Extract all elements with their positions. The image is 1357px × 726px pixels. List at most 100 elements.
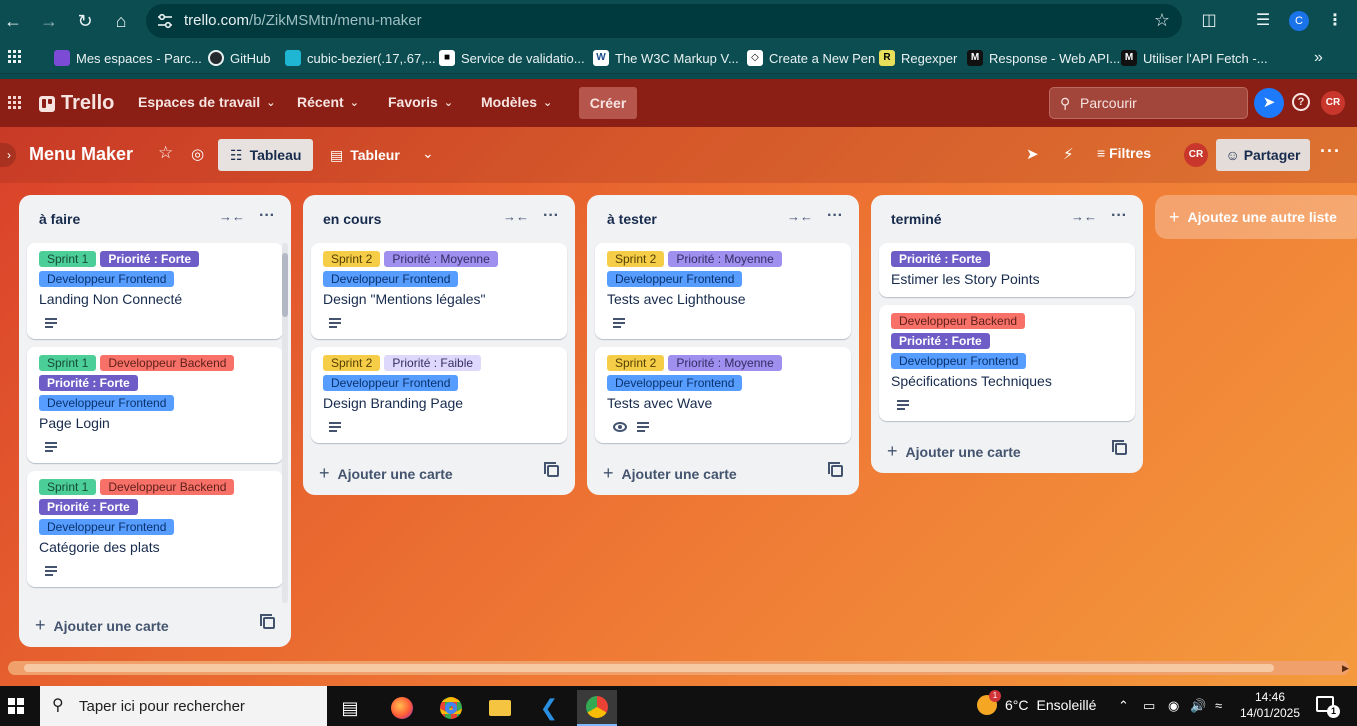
collapse-list-icon[interactable]: →← (219, 209, 245, 224)
apps-grid-icon[interactable] (8, 50, 22, 64)
member-avatar[interactable]: CR (1184, 143, 1208, 167)
bookmark-star-icon[interactable]: ☆ (1154, 10, 1170, 31)
card-label[interactable]: Sprint 2 (323, 355, 381, 371)
bookmark-item[interactable]: Mes espaces - Parc... (54, 48, 202, 68)
bookmark-item[interactable]: W The W3C Markup V... (593, 48, 739, 68)
collapse-list-icon[interactable]: →← (787, 209, 813, 224)
card-label[interactable]: Developpeur Frontend (39, 395, 175, 411)
address-bar[interactable]: trello.com/b/ZikMSMtn/menu-maker ☆ (146, 4, 1182, 38)
list-scrollbar[interactable] (282, 243, 288, 603)
board-menu-icon[interactable]: ··· (1320, 141, 1341, 162)
card[interactable]: Sprint 1 Developpeur Backend Priorité : Fo… (27, 347, 283, 463)
card-label[interactable]: Sprint 2 (323, 251, 381, 267)
card-label[interactable]: Priorité : Forte (39, 499, 138, 515)
share-button[interactable]: ☺ Partager (1216, 139, 1310, 171)
card-template-icon[interactable] (1112, 440, 1127, 455)
list-menu-icon[interactable]: ··· (1111, 207, 1127, 225)
site-settings-icon[interactable] (156, 12, 174, 30)
chrome-icon[interactable] (431, 690, 471, 726)
menu-favorites[interactable]: Favoris ⌄ (388, 94, 453, 110)
automation-icon[interactable]: ⚡ (1063, 145, 1074, 163)
firefox-icon[interactable] (382, 690, 422, 726)
windows-start-icon[interactable] (8, 698, 24, 714)
card-label[interactable]: Developpeur Frontend (323, 271, 459, 287)
bookmark-item[interactable]: GitHub (208, 48, 270, 68)
card[interactable]: Priorité : Forte Estimer les Story Points (879, 243, 1135, 297)
bookmark-item[interactable]: cubic-bezier(.17,.67,... (285, 48, 436, 68)
file-explorer-icon[interactable] (480, 690, 520, 726)
notification-center-icon[interactable]: 1 (1316, 696, 1340, 718)
bookmark-item[interactable]: M Response - Web API... (967, 48, 1120, 68)
power-ups-icon[interactable]: ➤ (1026, 145, 1039, 163)
tray-chevron-up-icon[interactable]: ⌃ (1118, 698, 1129, 714)
list-title[interactable]: à faire (39, 211, 80, 227)
card-label[interactable]: Developpeur Frontend (607, 271, 743, 287)
media-icon[interactable]: ☰ (1252, 10, 1274, 32)
card-label[interactable]: Priorité : Forte (100, 251, 200, 267)
chrome-active-icon[interactable] (577, 690, 617, 726)
home-icon[interactable]: ⌂ (108, 8, 134, 34)
user-avatar[interactable]: CR (1321, 91, 1345, 115)
card-label[interactable]: Developpeur Frontend (39, 519, 175, 535)
back-icon[interactable]: ← (0, 8, 26, 34)
add-card-button[interactable]: + Ajouter une carte (319, 463, 453, 484)
star-icon[interactable]: ☆ (158, 143, 173, 163)
collapse-list-icon[interactable]: →← (503, 209, 529, 224)
card-label[interactable]: Developpeur Backend (100, 355, 235, 371)
reload-icon[interactable]: ↻ (72, 8, 98, 34)
card-label[interactable]: Priorité : Forte (891, 333, 990, 349)
app-switcher-icon[interactable] (8, 96, 22, 110)
card-label[interactable]: Developpeur Frontend (607, 375, 743, 391)
forward-icon[interactable]: → (36, 8, 62, 34)
collapse-list-icon[interactable]: →← (1071, 209, 1097, 224)
sidebar-toggle-icon[interactable]: › (0, 143, 16, 167)
vscode-icon[interactable]: ❮ (529, 690, 569, 726)
browser-profile-avatar[interactable]: C (1289, 11, 1309, 31)
card-label[interactable]: Developpeur Frontend (891, 353, 1027, 369)
card-label[interactable]: Sprint 1 (39, 479, 97, 495)
weather-widget[interactable]: 1 6°C Ensoleillé (977, 690, 1096, 715)
card-label[interactable]: Priorité : Moyenne (384, 251, 498, 267)
card-label[interactable]: Priorité : Moyenne (668, 355, 782, 371)
menu-workspaces[interactable]: Espaces de travail ⌄ (138, 94, 275, 110)
card-label[interactable]: Developpeur Frontend (39, 271, 175, 287)
card[interactable]: Sprint 1 Priorité : Forte Developpeur Fron… (27, 243, 283, 339)
list-menu-icon[interactable]: ··· (543, 207, 559, 225)
task-view-icon[interactable]: ▤ (330, 690, 370, 726)
card-label[interactable]: Sprint 1 (39, 355, 97, 371)
board-search[interactable]: ⚲ (1049, 87, 1248, 119)
menu-templates[interactable]: Modèles ⌄ (481, 94, 552, 110)
card-label[interactable]: Sprint 1 (39, 251, 97, 267)
scroll-right-icon[interactable]: ▶ (1342, 663, 1349, 674)
notifications-icon[interactable]: ➤ (1254, 88, 1284, 118)
browser-menu-icon[interactable]: ⋮ (1324, 10, 1346, 32)
card-label[interactable]: Priorité : Faible (384, 355, 482, 371)
visibility-globe-icon[interactable]: ◎ (191, 145, 204, 163)
search-input[interactable] (1080, 88, 1240, 118)
list-title[interactable]: terminé (891, 211, 942, 227)
add-card-button[interactable]: + Ajouter une carte (603, 463, 737, 484)
battery-icon[interactable]: ▭ (1143, 698, 1155, 714)
card-label[interactable]: Priorité : Forte (39, 375, 138, 391)
card[interactable]: Developpeur Backend Priorité : Forte Devel… (879, 305, 1135, 421)
card-label[interactable]: Priorité : Forte (891, 251, 990, 267)
list-title[interactable]: à tester (607, 211, 657, 227)
extensions-icon[interactable]: ◫ (1198, 10, 1220, 32)
card-template-icon[interactable] (828, 462, 843, 477)
list-menu-icon[interactable]: ··· (259, 207, 275, 225)
card-template-icon[interactable] (260, 614, 275, 629)
meet-icon[interactable]: ◉ (1168, 698, 1179, 714)
bookmark-item[interactable]: ◇ Create a New Pen (747, 48, 875, 68)
card-label[interactable]: Developpeur Frontend (323, 375, 459, 391)
wifi-icon[interactable]: ≈ (1215, 698, 1222, 713)
tab-tableur[interactable]: ▤ Tableur (318, 139, 412, 171)
trello-logo[interactable]: Trello (39, 92, 114, 115)
card[interactable]: Sprint 2 Priorité : Faible Developpeur Fro… (311, 347, 567, 443)
card-label[interactable]: Sprint 2 (607, 251, 665, 267)
card[interactable]: Sprint 1 Developpeur Backend Priorité : Fo… (27, 471, 283, 587)
card-label[interactable]: Developpeur Backend (891, 313, 1026, 329)
add-card-button[interactable]: + Ajouter une carte (887, 441, 1021, 462)
board-title[interactable]: Menu Maker (29, 144, 133, 165)
bookmarks-overflow-button[interactable]: » (1314, 48, 1323, 68)
card-label[interactable]: Priorité : Moyenne (668, 251, 782, 267)
